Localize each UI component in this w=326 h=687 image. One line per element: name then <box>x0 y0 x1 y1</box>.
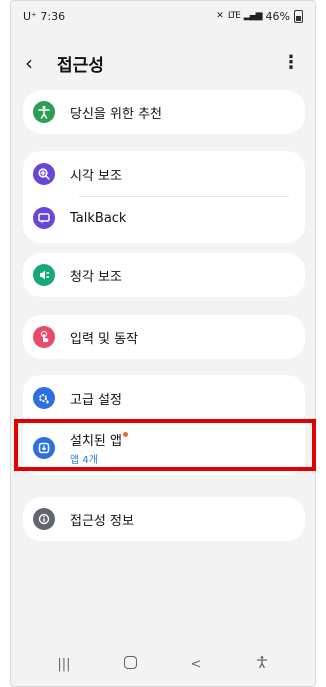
accessibility-shortcut-icon[interactable] <box>242 655 282 673</box>
signal-icon: ▂▄▆ <box>243 11 263 21</box>
installed-apps-label: 설치된 앱 <box>70 434 122 449</box>
menu-label: 접근성 정보 <box>70 513 134 529</box>
interaction-card: 입력 및 동작 <box>23 315 305 359</box>
menu-item-about[interactable]: 접근성 정보 <box>23 508 305 530</box>
mute-icon: ✕ <box>216 11 224 21</box>
new-badge-dot <box>122 432 128 437</box>
back-icon[interactable]: ‹ <box>25 51 47 75</box>
menu-item-hearing[interactable]: 청각 보조 <box>23 264 305 286</box>
menu-label: 청각 보조 <box>70 269 122 285</box>
carrier-label: U⁺ <box>23 9 37 23</box>
menu-label: 입력 및 동작 <box>70 331 139 347</box>
status-left: U⁺ 7:36 <box>23 10 65 23</box>
menu-item-recommended[interactable]: 당신을 위한 추천 <box>23 101 305 123</box>
hearing-icon <box>33 264 55 286</box>
menu-item-advanced[interactable]: 고급 설정 <box>23 387 305 409</box>
page-title: 접근성 <box>57 55 104 76</box>
info-icon <box>33 508 55 530</box>
zoom-icon <box>33 163 55 185</box>
phone-screen: U⁺ 7:36 ✕ LTE ▂▄▆ 46% ‹ 접근성 ⋮ 당신을 위한 추천 <box>10 0 316 687</box>
touch-icon <box>33 326 55 348</box>
recents-button[interactable]: ||| <box>44 657 84 672</box>
divider <box>79 196 289 197</box>
back-button[interactable]: < <box>176 657 216 672</box>
menu-item-interaction[interactable]: 입력 및 동작 <box>23 326 305 348</box>
status-right: ✕ LTE ▂▄▆ 46% <box>216 9 303 23</box>
app-header: ‹ 접근성 ⋮ <box>11 45 315 81</box>
battery-percent: 46% <box>265 9 290 23</box>
menu-label: 설치된 앱 <box>70 430 128 449</box>
menu-label: 당신을 위한 추천 <box>70 106 162 122</box>
recommended-card: 당신을 위한 추천 <box>23 90 305 134</box>
menu-item-talkback[interactable]: TalkBack <box>23 207 305 229</box>
advanced-settings-icon <box>33 387 55 409</box>
home-button[interactable] <box>110 655 150 673</box>
vision-card: 시각 보조 TalkBack <box>23 151 305 243</box>
network-label: LTE <box>227 11 241 21</box>
more-options-icon[interactable]: ⋮ <box>281 54 301 72</box>
battery-icon <box>294 9 303 23</box>
talkback-icon <box>33 207 55 229</box>
about-card: 접근성 정보 <box>23 497 305 541</box>
menu-label: 시각 보조 <box>70 168 122 184</box>
accessibility-person-icon <box>33 101 55 123</box>
menu-item-vision[interactable]: 시각 보조 <box>23 163 305 185</box>
menu-label: 고급 설정 <box>70 392 122 408</box>
advanced-card: 고급 설정 설치된 앱 앱 4개 <box>23 375 305 475</box>
navigation-bar: ||| < <box>11 642 315 686</box>
installed-apps-icon <box>33 437 55 459</box>
home-icon <box>123 655 137 669</box>
hearing-card: 청각 보조 <box>23 253 305 297</box>
installed-apps-text: 설치된 앱 앱 4개 <box>70 430 128 466</box>
status-bar: U⁺ 7:36 ✕ LTE ▂▄▆ 46% <box>11 1 315 31</box>
clock: 7:36 <box>40 9 66 23</box>
installed-apps-count: 앱 4개 <box>70 455 98 466</box>
menu-item-installed-apps[interactable]: 설치된 앱 앱 4개 <box>23 430 305 466</box>
menu-label: TalkBack <box>70 210 127 226</box>
